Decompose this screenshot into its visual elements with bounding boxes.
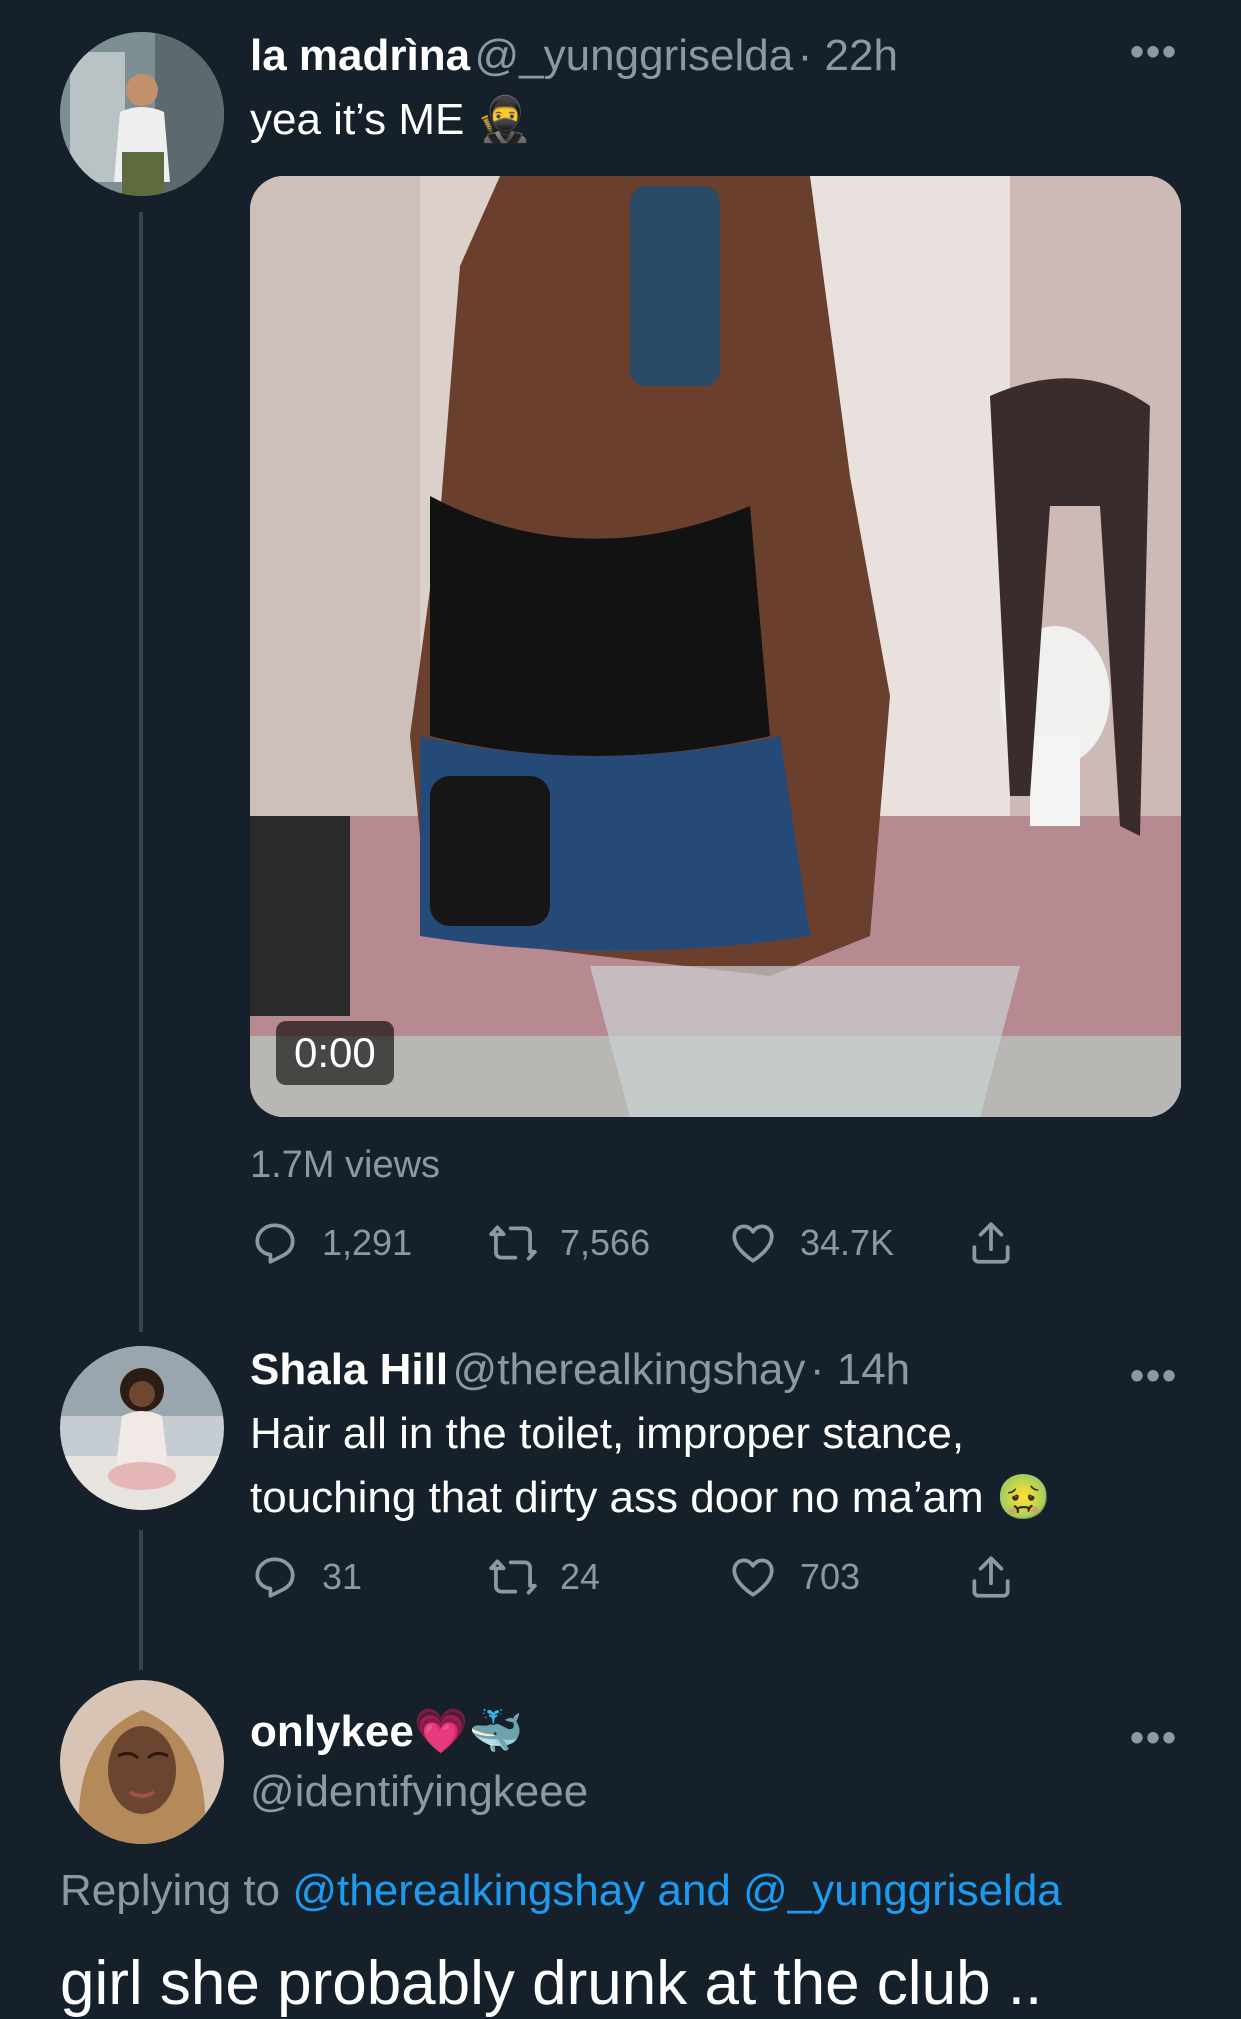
avatar-photo xyxy=(60,1346,224,1510)
avatar[interactable] xyxy=(60,1680,224,1844)
avatar-photo xyxy=(60,32,224,196)
timestamp[interactable]: · 22h xyxy=(798,31,898,80)
reply-count: 1,291 xyxy=(322,1222,413,1263)
replying-to: Replying to @therealkingshay and @_yungg… xyxy=(60,1866,1062,1915)
reply-icon xyxy=(255,1223,295,1264)
heart-icon xyxy=(732,1558,774,1597)
like-count: 34.7K xyxy=(800,1222,895,1263)
share-icon xyxy=(972,1222,1010,1264)
name-emojis: 💗🐳 xyxy=(413,1707,524,1756)
reply-count: 31 xyxy=(322,1556,363,1597)
user-handle[interactable]: @identifyingkeee xyxy=(250,1767,588,1816)
mention-link[interactable]: @therealkingshay xyxy=(292,1866,645,1915)
timestamp[interactable]: · 14h xyxy=(810,1345,910,1394)
display-name[interactable]: la madrìna xyxy=(250,31,470,80)
tweet-header: la madrìna @_yunggriselda · 22h xyxy=(250,30,898,92)
reply-button[interactable]: 31 xyxy=(250,1552,362,1602)
retweet-icon xyxy=(489,1225,537,1261)
video-frame xyxy=(250,176,1181,1117)
tweet-handle-line: @identifyingkeee xyxy=(250,1766,588,1828)
like-button[interactable]: 34.7K xyxy=(728,1218,894,1268)
user-handle[interactable]: @_yunggriselda xyxy=(475,31,794,80)
share-icon xyxy=(972,1556,1010,1598)
tweet-text: yea it’s ME 🥷 xyxy=(250,95,532,144)
display-name[interactable]: onlykee xyxy=(250,1707,414,1756)
retweet-button[interactable]: 24 xyxy=(488,1552,600,1602)
like-count: 703 xyxy=(800,1556,861,1597)
tweet-text: Hair all in the toilet, improper stance,… xyxy=(250,1409,1051,1522)
retweet-count: 7,566 xyxy=(560,1222,651,1263)
ninja-emoji: 🥷 xyxy=(476,95,532,144)
mention-link[interactable]: @_yunggriselda xyxy=(743,1866,1062,1915)
more-dots-icon[interactable]: ••• xyxy=(1130,1716,1178,1761)
heart-icon xyxy=(732,1224,774,1263)
thread-connector xyxy=(139,212,143,1332)
like-button[interactable]: 703 xyxy=(728,1552,860,1602)
retweet-icon xyxy=(489,1559,537,1595)
user-handle[interactable]: @therealkingshay xyxy=(453,1345,806,1394)
tweet-header: Shala Hill @therealkingshay · 14h xyxy=(250,1344,910,1406)
avatar[interactable] xyxy=(60,32,224,196)
view-count: 1.7M views xyxy=(250,1144,441,1186)
avatar[interactable] xyxy=(60,1346,224,1510)
thread-connector xyxy=(139,1530,143,1670)
video-timer: 0:00 xyxy=(276,1021,394,1085)
tweet-text: girl she probably drunk at the club .. xyxy=(60,1949,1043,2018)
tweet-video[interactable]: 0:00 xyxy=(250,176,1181,1117)
display-name[interactable]: Shala Hill xyxy=(250,1345,448,1394)
more-dots-icon[interactable]: ••• xyxy=(1130,30,1178,75)
reply-button[interactable]: 1,291 xyxy=(250,1218,412,1268)
tweet-header: onlykee💗🐳 xyxy=(250,1706,523,1768)
retweet-count: 24 xyxy=(560,1556,601,1597)
avatar-photo xyxy=(60,1680,224,1844)
more-dots-icon[interactable]: ••• xyxy=(1130,1354,1178,1399)
share-button[interactable] xyxy=(966,1218,1038,1268)
nauseated-face-emoji: 🤢 xyxy=(995,1473,1051,1522)
reply-icon xyxy=(255,1557,295,1598)
share-button[interactable] xyxy=(966,1552,1038,1602)
retweet-button[interactable]: 7,566 xyxy=(488,1218,650,1268)
